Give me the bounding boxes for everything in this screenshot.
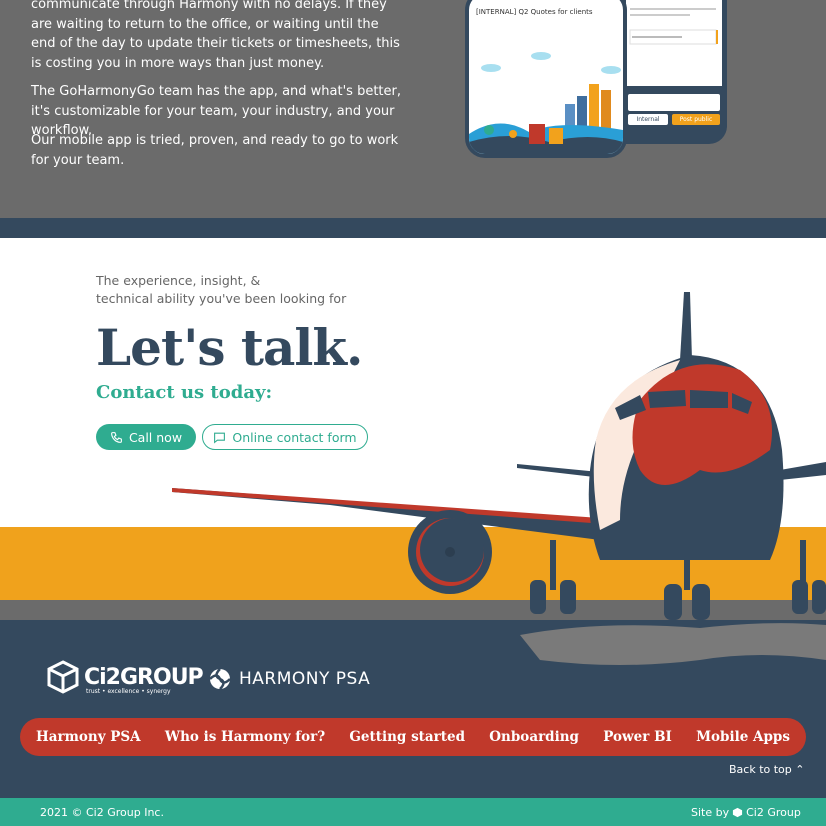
mobile-app-section: communicate through Harmony with no dela… bbox=[0, 0, 826, 218]
phone-post-public-button: Post public bbox=[672, 114, 720, 125]
ci2-logo-wordmark: Ci2GROUP bbox=[84, 664, 204, 690]
nav-item-who-is-harmony-for[interactable]: Who is Harmony for? bbox=[165, 729, 325, 745]
ci2-cube-icon bbox=[47, 660, 79, 694]
harmony-psa-logo[interactable]: HARMONY PSA bbox=[209, 668, 370, 690]
city-illustration bbox=[469, 52, 623, 154]
bottom-bar: 2021 © Ci2 Group Inc. Site by Ci2 Group bbox=[0, 798, 826, 826]
footer-nav: Harmony PSA Who is Harmony for? Getting … bbox=[20, 718, 806, 756]
nav-item-harmony-psa[interactable]: Harmony PSA bbox=[36, 729, 141, 745]
phone-internal-button: Internal bbox=[628, 114, 668, 125]
nav-item-onboarding[interactable]: Onboarding bbox=[489, 729, 579, 745]
ci2-small-logo-icon bbox=[733, 807, 743, 818]
site-by-link[interactable]: Site by Ci2 Group bbox=[691, 806, 801, 819]
copyright-text: 2021 © Ci2 Group Inc. bbox=[40, 806, 164, 819]
phone-reply-input bbox=[628, 94, 720, 111]
divider-band bbox=[0, 218, 826, 238]
ci2-logo-tagline: trust • excellence • synergy bbox=[86, 688, 171, 695]
nav-item-getting-started[interactable]: Getting started bbox=[349, 729, 465, 745]
back-to-top-link[interactable]: Back to top ⌃ bbox=[729, 763, 805, 776]
phone-screen bbox=[626, 0, 722, 86]
phone-ticket-title: [INTERNAL] Q2 Quotes for clients bbox=[476, 8, 593, 16]
ci2-group-logo[interactable]: Ci2GROUP trust • excellence • synergy bbox=[46, 660, 204, 695]
chevron-up-icon: ⌃ bbox=[795, 763, 805, 776]
intro-paragraph-1: communicate through Harmony with no dela… bbox=[31, 0, 400, 71]
nav-item-mobile-apps[interactable]: Mobile Apps bbox=[696, 729, 790, 745]
phone-mockup-front: [INTERNAL] Q2 Quotes for clients bbox=[465, 0, 627, 158]
site-by-name: Ci2 Group bbox=[746, 806, 801, 819]
phone-mockup-back: Internal Post public bbox=[620, 0, 727, 144]
intro-paragraph-3: Our mobile app is tried, proven, and rea… bbox=[31, 133, 399, 168]
back-to-top-label: Back to top bbox=[729, 763, 792, 776]
harmony-swirl-icon bbox=[209, 668, 231, 690]
airplane-illustration bbox=[172, 292, 826, 665]
site-by-prefix: Site by bbox=[691, 806, 730, 819]
harmony-logo-wordmark: HARMONY PSA bbox=[239, 669, 371, 689]
nav-item-power-bi[interactable]: Power BI bbox=[603, 729, 672, 745]
